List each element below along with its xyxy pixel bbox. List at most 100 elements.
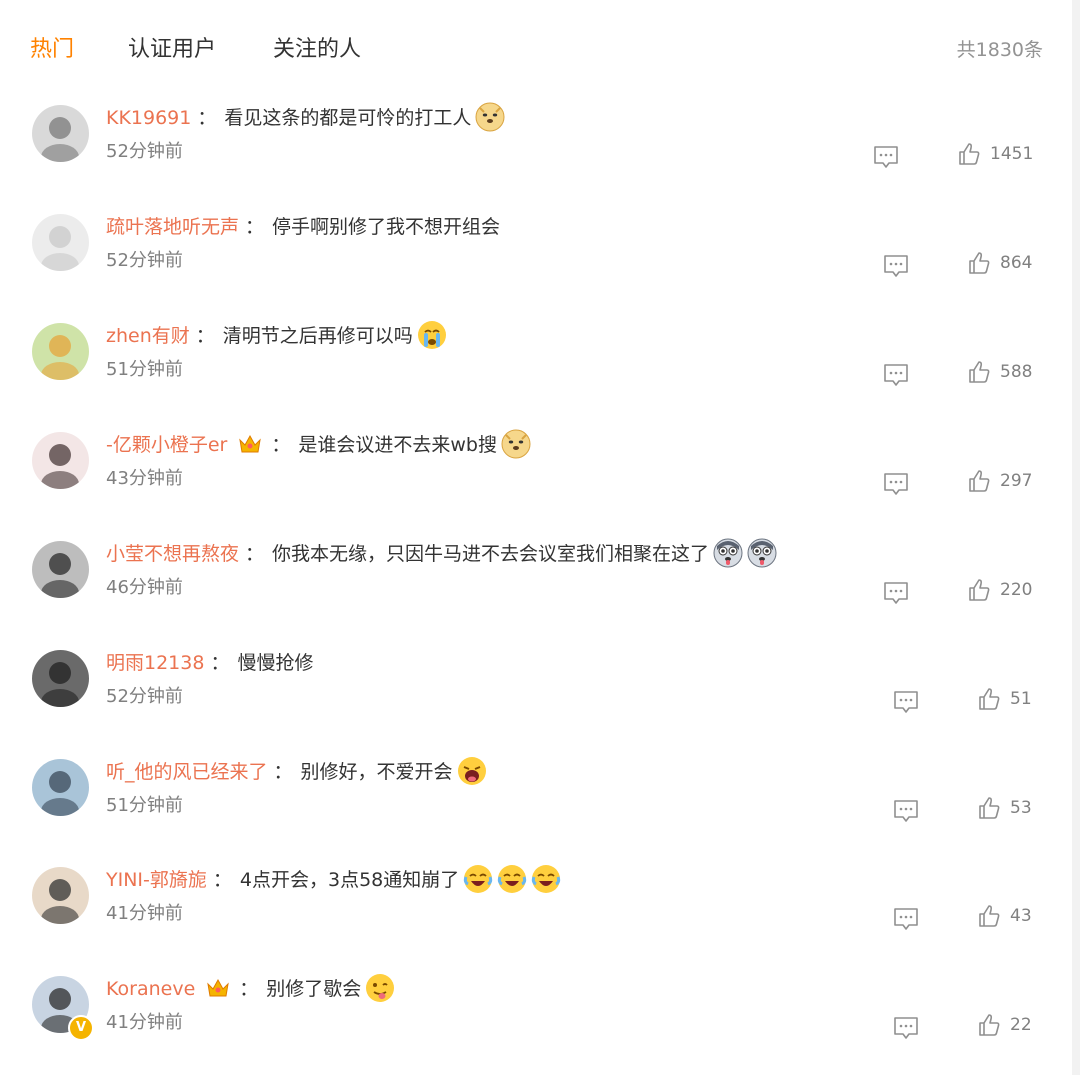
avatar[interactable] <box>32 214 89 271</box>
comment-text: 你我本无缘，只因牛马进不去会议室我们相聚在这了 <box>272 543 710 565</box>
like-count: 220 <box>1000 580 1033 600</box>
like-button[interactable]: 297 <box>967 469 1032 497</box>
comment-line: zhen有财： 清明节之后再修可以吗 <box>106 319 447 353</box>
like-button[interactable]: 51 <box>977 687 1032 715</box>
like-button[interactable]: 220 <box>967 578 1032 606</box>
avatar[interactable] <box>32 432 89 489</box>
separator: ： <box>239 978 259 1000</box>
username-link[interactable]: KK19691 <box>106 107 191 129</box>
like-button[interactable]: 43 <box>977 904 1032 932</box>
comment-text: 别修了歇会 <box>266 978 362 1000</box>
username-link[interactable]: 明雨12138 <box>106 652 204 674</box>
comment-item: 小莹不想再熬夜 ： 你我本无缘，只因牛马进不去会议室我们相聚在这了 46分钟前 220 <box>0 538 1080 650</box>
comment-time: 52分钟前 <box>106 141 183 162</box>
comment-line: YINI-郭旖旎： 4点开会，3点58通知崩了 <box>106 863 561 897</box>
thumbs-up-icon <box>959 143 980 165</box>
reply-icon[interactable] <box>873 145 899 169</box>
like-button[interactable]: 1451 <box>957 142 1033 170</box>
comment-item: 疏叶落地听无声 ： 停手啊别修了我不想开组会 52分钟前 864 <box>0 214 1080 323</box>
comment-line: KK19691 ： 看见这条的都是可怜的打工人 <box>106 101 505 135</box>
reply-icon[interactable] <box>893 799 919 823</box>
comment-text: 是谁会议进不去来wb搜 <box>298 434 497 456</box>
crown-badge-icon <box>205 976 231 1000</box>
thumbs-up-icon <box>969 470 990 492</box>
avatar[interactable] <box>32 650 89 707</box>
comment-text: 4点开会，3点58通知崩了 <box>239 869 460 891</box>
separator: ： <box>245 216 265 238</box>
comment-time: 51分钟前 <box>106 795 183 816</box>
thumbs-up-icon <box>969 252 990 274</box>
comment-line: -亿颗小橙子er ： 是谁会议进不去来wb搜 <box>106 428 531 462</box>
comment-time: 43分钟前 <box>106 468 183 489</box>
like-count: 22 <box>1010 1015 1032 1035</box>
crown-badge-icon <box>237 432 263 456</box>
reply-icon[interactable] <box>883 472 909 496</box>
username-link[interactable]: -亿颗小橙子er <box>106 434 227 456</box>
comment-time: 46分钟前 <box>106 577 183 598</box>
reply-icon[interactable] <box>893 690 919 714</box>
thumbs-up-icon <box>969 361 990 383</box>
like-button[interactable]: 864 <box>967 251 1032 279</box>
thumbs-up-icon <box>979 797 1000 819</box>
reply-icon[interactable] <box>893 907 919 931</box>
comment-item: YINI-郭旖旎： 4点开会，3点58通知崩了 41分钟前 43 <box>0 865 1080 976</box>
avatar[interactable] <box>32 105 89 162</box>
comment-filter-tabs: 热门 认证用户 关注的人 共1830条 <box>0 0 1080 100</box>
username-link[interactable]: zhen有财 <box>106 325 190 347</box>
like-count: 297 <box>1000 471 1033 491</box>
username-link[interactable]: 小莹不想再熬夜 <box>106 543 239 565</box>
like-count: 588 <box>1000 362 1033 382</box>
like-count: 864 <box>1000 253 1033 273</box>
comment-time: 51分钟前 <box>106 359 183 380</box>
username-link[interactable]: Koraneve <box>106 978 195 1000</box>
avatar[interactable] <box>32 541 89 598</box>
like-button[interactable]: 588 <box>967 360 1032 388</box>
thumbs-up-icon <box>979 1014 1000 1036</box>
comment-text: 停手啊别修了我不想开组会 <box>272 216 501 238</box>
separator: ： <box>212 869 232 891</box>
reply-icon[interactable] <box>883 581 909 605</box>
comment-time: 41分钟前 <box>106 1012 183 1033</box>
username-link[interactable]: 听_他的风已经来了 <box>106 761 268 783</box>
comment-text: 别修好，不爱开会 <box>300 761 453 783</box>
separator: ： <box>273 761 293 783</box>
thumbs-up-icon <box>969 579 990 601</box>
separator: ： <box>210 652 230 674</box>
separator: ： <box>271 434 291 456</box>
reply-icon[interactable] <box>883 363 909 387</box>
crying-face-emoji-icon <box>417 320 447 350</box>
tab-following[interactable]: 关注的人 <box>273 34 361 66</box>
yawn-emoji-icon <box>457 756 487 786</box>
avatar[interactable] <box>32 867 89 924</box>
reply-icon[interactable] <box>883 254 909 278</box>
comment-time: 52分钟前 <box>106 250 183 271</box>
doge-emoji-icon <box>501 429 531 459</box>
husky-emoji-icon <box>747 538 777 568</box>
reply-icon[interactable] <box>893 1016 919 1040</box>
tongue-face-emoji-icon <box>365 973 395 1003</box>
username-link[interactable]: 疏叶落地听无声 <box>106 216 239 238</box>
separator: ： <box>197 107 217 129</box>
like-button[interactable]: 53 <box>977 796 1032 824</box>
thumbs-up-icon <box>979 688 1000 710</box>
comment-line: Koraneve ： 别修了歇会 <box>106 972 395 1006</box>
like-button[interactable]: 22 <box>977 1013 1032 1041</box>
total-comment-count: 共1830条 <box>956 39 1043 61</box>
username-link[interactable]: YINI-郭旖旎 <box>106 869 207 891</box>
tab-verified-users[interactable]: 认证用户 <box>128 34 216 66</box>
comment-text: 看见这条的都是可怜的打工人 <box>224 107 472 129</box>
avatar[interactable] <box>32 759 89 816</box>
like-count: 1451 <box>990 144 1034 164</box>
comment-item: 明雨12138 ： 慢慢抢修 52分钟前 51 <box>0 650 1080 759</box>
thumbs-up-icon <box>979 905 1000 927</box>
separator: ： <box>245 543 265 565</box>
verified-badge-icon: V <box>68 1015 94 1041</box>
laugh-cry-emoji-icon <box>463 864 493 894</box>
like-count: 43 <box>1010 906 1032 926</box>
comment-text: 慢慢抢修 <box>237 652 314 674</box>
like-count: 53 <box>1010 798 1032 818</box>
comment-item: Koraneve ： 别修了歇会 41分钟前 22 <box>0 974 1080 1085</box>
comment-item: KK19691 ： 看见这条的都是可怜的打工人 52分钟前 1451 <box>0 102 1080 214</box>
avatar[interactable] <box>32 323 89 380</box>
tab-hot[interactable]: 热门 <box>30 34 74 66</box>
